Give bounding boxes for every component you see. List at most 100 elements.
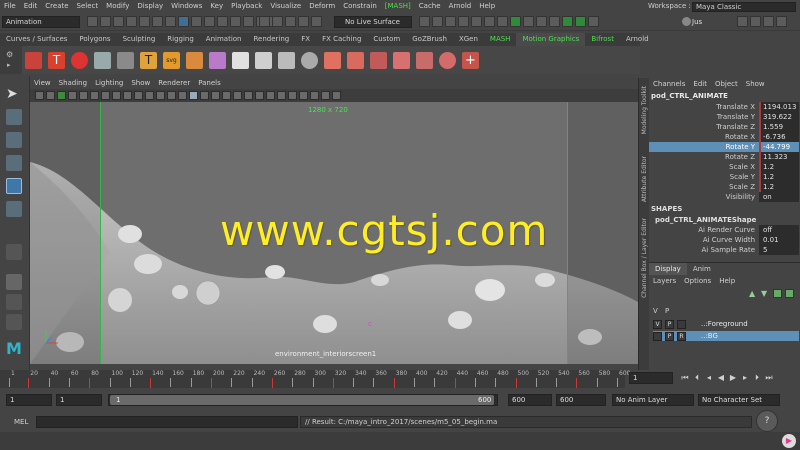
attr-ai-sample-rate[interactable]: Ai Sample Rate 5 — [649, 245, 800, 255]
selection-mask-icon[interactable] — [191, 16, 202, 27]
attr-translate-x[interactable]: Translate X 1194.013 — [649, 102, 800, 112]
image-plane-icon[interactable] — [68, 91, 77, 100]
scale-tool-icon[interactable] — [6, 201, 22, 217]
toggle-channel-box-icon[interactable] — [776, 16, 787, 27]
cb-menu-object[interactable]: Object — [711, 78, 742, 90]
script-editor-icon[interactable]: ? — [756, 410, 778, 432]
scene-start-field[interactable]: 1 — [6, 394, 52, 406]
shelf-tab-fx-caching[interactable]: FX Caching — [316, 33, 367, 46]
layer-row-selected[interactable]: P R ..:BG — [653, 331, 799, 341]
shelf-tab-polygons[interactable]: Polygons — [73, 33, 116, 46]
viewport-menu-shading[interactable]: Shading — [55, 78, 91, 89]
new-layer-selected-icon[interactable] — [785, 289, 794, 298]
shelf-gear-icon[interactable]: ⚙ — [6, 50, 13, 59]
shelf-tab-motion-graphics[interactable]: Motion Graphics — [516, 33, 586, 46]
tab-modeling-toolkit[interactable]: Modeling Toolkit — [641, 86, 648, 134]
snap-view-plane-icon[interactable] — [298, 16, 309, 27]
scene-end-field[interactable]: 600 — [556, 394, 606, 406]
select-tool-icon[interactable]: ➤ — [6, 86, 22, 102]
new-layer-icon[interactable] — [773, 289, 782, 298]
camera-select-icon[interactable] — [35, 91, 44, 100]
resolution-gate-icon[interactable] — [101, 91, 110, 100]
render-sequence-icon[interactable] — [549, 16, 560, 27]
camera-attributes-icon[interactable] — [46, 91, 55, 100]
last-tool-icon[interactable] — [6, 244, 22, 260]
menu-select[interactable]: Select — [73, 0, 103, 13]
user-account[interactable]: Jus — [692, 16, 730, 28]
outliner-layout-icon[interactable] — [6, 314, 22, 330]
wireframe-icon[interactable] — [156, 91, 165, 100]
character-set-select[interactable]: No Character Set — [698, 394, 780, 406]
move-layer-up-icon[interactable]: ▲ — [749, 289, 758, 298]
live-surface-field[interactable]: No Live Surface — [334, 16, 412, 28]
open-scene-icon[interactable] — [100, 16, 111, 27]
svg-tool-icon[interactable]: svg — [163, 51, 180, 69]
perspective-viewport[interactable]: 1280 x 720 www.cgtsj.com c environment_i… — [30, 102, 638, 364]
mask-surfaces-icon[interactable] — [230, 16, 241, 27]
menu-mash[interactable]: [MASH] — [381, 0, 415, 13]
attr-translate-y[interactable]: Translate Y 319.622 — [649, 112, 800, 122]
xray-joints-icon[interactable] — [288, 91, 297, 100]
snap-point-icon[interactable] — [285, 16, 296, 27]
range-slider-handle[interactable] — [110, 395, 494, 405]
textured-icon[interactable] — [189, 91, 198, 100]
viewport-menu-lighting[interactable]: Lighting — [91, 78, 127, 89]
select-object-icon[interactable] — [165, 16, 176, 27]
toggle-modeling-toolkit-icon[interactable] — [737, 16, 748, 27]
type-tool-icon[interactable]: T — [140, 51, 157, 69]
shadows-icon[interactable] — [211, 91, 220, 100]
smooth-shade-icon[interactable] — [167, 91, 176, 100]
menu-cache[interactable]: Cache — [415, 0, 445, 13]
shelf-tab-custom[interactable]: Custom — [367, 33, 406, 46]
voxel-icon[interactable] — [324, 51, 341, 69]
color-management-icon[interactable] — [332, 91, 341, 100]
menu-visualize[interactable]: Visualize — [266, 0, 305, 13]
menu-key[interactable]: Key — [206, 0, 227, 13]
layer-row[interactable]: V P ..:Foreground — [653, 319, 799, 329]
snap-curve-icon[interactable] — [272, 16, 283, 27]
play-forward-icon[interactable]: ▶ — [728, 372, 738, 384]
menu-constrain[interactable]: Constrain — [339, 0, 381, 13]
dynamics-icon[interactable] — [439, 51, 456, 69]
four-view-icon[interactable] — [6, 294, 22, 310]
ipr-render-icon[interactable] — [471, 16, 482, 27]
hypershade-icon[interactable] — [497, 16, 508, 27]
save-scene-icon[interactable] — [113, 16, 124, 27]
add-icon[interactable]: + — [462, 51, 479, 69]
rotate-tool-icon[interactable] — [6, 178, 22, 194]
layer-visibility-toggle[interactable]: V — [653, 319, 662, 329]
safe-action-icon[interactable] — [134, 91, 143, 100]
field-chart-icon[interactable] — [123, 91, 132, 100]
mel-input[interactable] — [36, 416, 298, 428]
cb-menu-show[interactable]: Show — [742, 78, 769, 90]
menu-modify[interactable]: Modify — [102, 0, 133, 13]
attr-ai-render-curve[interactable]: Ai Render Curve off — [649, 225, 800, 235]
arnold-render-icon[interactable] — [523, 16, 534, 27]
attr-translate-z[interactable]: Translate Z 1.559 — [649, 122, 800, 132]
layer-display-type-toggle[interactable] — [677, 319, 686, 329]
current-frame-field[interactable]: 1 — [629, 372, 673, 384]
step-forward-icon[interactable]: ⏵ — [752, 372, 762, 384]
use-lights-icon[interactable] — [200, 91, 209, 100]
shelf-tab-gozbrush[interactable]: GoZBrush — [406, 33, 453, 46]
le-menu-options[interactable]: Options — [680, 275, 715, 287]
arnold-ipr-icon[interactable] — [536, 16, 547, 27]
mask-deform-icon[interactable] — [243, 16, 254, 27]
shelf-tab-animation[interactable]: Animation — [200, 33, 248, 46]
attr-rotate-z[interactable]: Rotate Z 11.323 — [649, 152, 800, 162]
render-view-icon[interactable] — [445, 16, 456, 27]
attr-scale-z[interactable]: Scale Z 1.2 — [649, 182, 800, 192]
shelf-tab-arnold[interactable]: Arnold — [620, 33, 655, 46]
undo-icon[interactable] — [126, 16, 137, 27]
shelf-tab-rigging[interactable]: Rigging — [161, 33, 200, 46]
shelf-spacer-icon[interactable] — [94, 51, 111, 69]
snap-grid-icon[interactable] — [259, 16, 270, 27]
attr-rotate-y[interactable]: Rotate Y -44.799 — [649, 142, 800, 152]
construction-history-icon[interactable] — [432, 16, 443, 27]
snap-live-icon[interactable] — [311, 16, 322, 27]
depth-of-field-icon[interactable] — [255, 91, 264, 100]
layer-playback-toggle[interactable]: P — [665, 319, 674, 329]
go-to-end-icon[interactable]: ⏭ — [764, 372, 774, 384]
mel-label[interactable]: MEL — [14, 417, 28, 427]
render-settings-icon[interactable] — [484, 16, 495, 27]
